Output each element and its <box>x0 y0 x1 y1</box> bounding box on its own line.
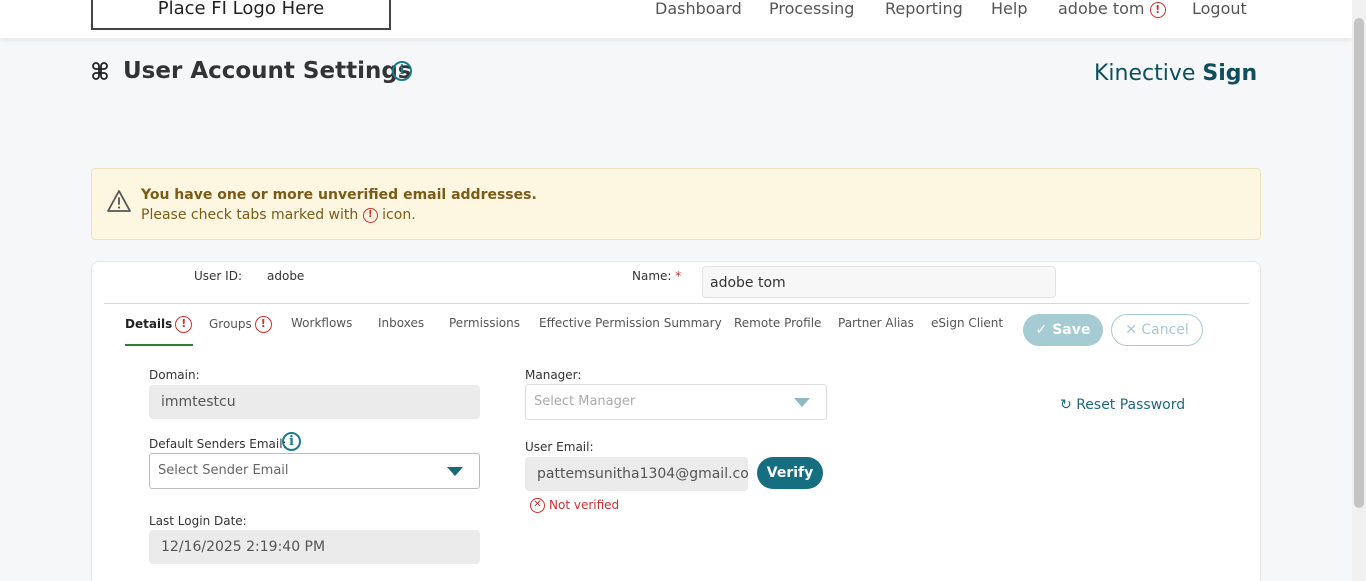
user-settings-card: User ID: adobe Name: * adobe tom Details… <box>91 261 1261 581</box>
tab-partner-alias[interactable]: Partner Alias <box>838 316 914 346</box>
check-icon: ✓ <box>1035 322 1048 338</box>
alert-icon: ! <box>1149 1 1166 18</box>
warning-triangle-icon <box>107 190 131 212</box>
nav-help[interactable]: Help <box>991 0 1027 17</box>
domain-field: immtestcu <box>149 385 480 419</box>
user-id-value: adobe <box>267 269 305 283</box>
page-title: User Account Settings <box>123 58 412 84</box>
not-verified-status: ✕ Not verified <box>530 498 619 513</box>
info-icon[interactable]: i <box>392 61 412 81</box>
tab-label: Details <box>125 317 173 331</box>
nav-reporting[interactable]: Reporting <box>885 0 963 17</box>
sender-email-select[interactable]: Select Sender Email <box>149 453 480 489</box>
tab-esign-client[interactable]: eSign Client <box>931 316 1003 346</box>
chevron-down-icon <box>794 398 810 407</box>
scrollbar-thumb[interactable] <box>1354 18 1364 508</box>
manager-label: Manager: <box>525 368 582 382</box>
close-icon: ✕ <box>1125 322 1137 338</box>
unverified-email-warning: You have one or more unverified email ad… <box>91 168 1261 240</box>
warning-text: Please check tabs marked with ! icon. <box>141 207 416 223</box>
save-label: Save <box>1052 322 1091 338</box>
nav-user-menu[interactable]: adobe tom ! <box>1058 0 1166 18</box>
user-email-label: User Email: <box>525 440 594 454</box>
tab-groups[interactable]: Groups! <box>209 316 272 346</box>
error-circle-icon: ✕ <box>530 498 545 513</box>
fi-logo-placeholder[interactable]: Place FI Logo Here <box>91 0 391 30</box>
reset-password-link[interactable]: ↻ Reset Password <box>1060 397 1185 413</box>
tab-label: Groups <box>209 317 252 331</box>
tab-inboxes[interactable]: Inboxes <box>378 316 424 346</box>
user-id-label: User ID: <box>194 269 242 283</box>
warning-title: You have one or more unverified email ad… <box>141 187 537 203</box>
tab-remote-profile[interactable]: Remote Profile <box>734 316 821 346</box>
user-email-field: pattemsunitha1304@gmail.com <box>525 457 748 491</box>
brand-name-light: Kinective <box>1094 61 1196 86</box>
last-login-label: Last Login Date: <box>149 514 247 528</box>
cancel-button[interactable]: ✕ Cancel <box>1111 314 1203 346</box>
manager-placeholder: Select Manager <box>534 394 636 409</box>
last-login-field: 12/16/2025 2:19:40 PM <box>149 530 480 564</box>
name-label: Name: * <box>632 269 682 283</box>
cancel-label: Cancel <box>1141 322 1189 338</box>
top-navbar: Place FI Logo Here Dashboard Processing … <box>0 0 1352 38</box>
not-verified-text: Not verified <box>549 498 620 512</box>
warning-text-before: Please check tabs marked with <box>141 207 359 223</box>
nav-dashboard[interactable]: Dashboard <box>655 0 742 17</box>
domain-label: Domain: <box>149 368 200 382</box>
sender-email-placeholder: Select Sender Email <box>158 463 289 478</box>
name-input[interactable]: adobe tom <box>702 266 1056 298</box>
page-scrollbar[interactable] <box>1352 0 1366 581</box>
reset-password-label: Reset Password <box>1076 397 1186 413</box>
brand-name-bold: Sign <box>1202 61 1258 86</box>
header-divider <box>104 303 1249 304</box>
brand-logo: Kinective Sign <box>1094 61 1257 86</box>
tab-effective-permission-summary[interactable]: Effective Permission Summary <box>539 316 722 346</box>
manager-select[interactable]: Select Manager <box>525 384 827 420</box>
tab-details[interactable]: Details! <box>125 316 193 346</box>
chevron-down-icon <box>447 467 463 476</box>
nav-user-name: adobe tom <box>1058 0 1145 18</box>
warning-text-after: icon. <box>382 207 416 223</box>
alert-icon: ! <box>362 207 378 223</box>
tab-permissions[interactable]: Permissions <box>449 316 520 346</box>
reset-icon: ↻ <box>1060 397 1072 413</box>
tab-workflows[interactable]: Workflows <box>291 316 352 346</box>
nav-processing[interactable]: Processing <box>769 0 854 17</box>
alert-icon: ! <box>254 316 272 333</box>
name-label-text: Name: <box>632 269 672 283</box>
save-button[interactable]: ✓ Save <box>1023 314 1103 346</box>
nav-logout[interactable]: Logout <box>1192 0 1247 17</box>
verify-button[interactable]: Verify <box>757 457 823 489</box>
default-sender-email-label: Default Senders Email: <box>149 437 287 451</box>
command-icon <box>92 62 108 80</box>
info-icon[interactable]: i <box>282 432 301 451</box>
alert-icon: ! <box>175 316 193 333</box>
